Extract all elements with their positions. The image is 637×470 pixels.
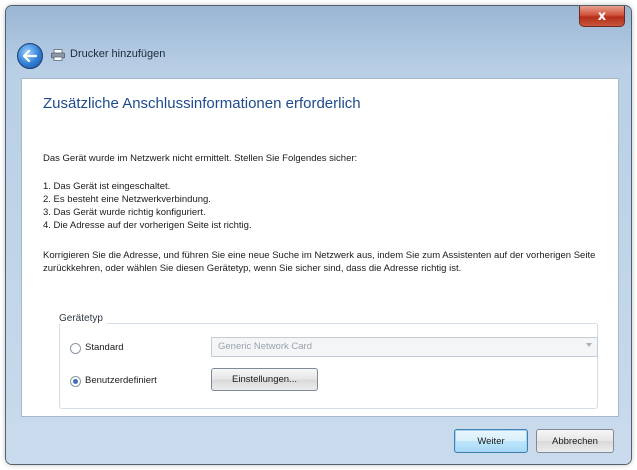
cancel-button[interactable]: Abbrechen	[536, 429, 614, 453]
back-arrow-icon	[23, 50, 37, 62]
device-type-legend: Gerätetyp	[55, 313, 107, 324]
content-panel: Zusätzliche Anschlussinformationen erfor…	[21, 78, 619, 417]
settings-button[interactable]: Einstellungen...	[211, 368, 318, 391]
back-button[interactable]	[17, 43, 43, 69]
list-item: 3. Das Gerät wurde richtig konfiguriert.	[43, 207, 206, 218]
device-type-group	[59, 323, 598, 409]
instruction-paragraph: Korrigieren Sie die Adresse, und führen …	[43, 250, 596, 274]
standard-device-select: Generic Network Card	[211, 337, 598, 357]
page-title: Zusätzliche Anschlussinformationen erfor…	[43, 95, 361, 112]
standard-device-select-value: Generic Network Card	[218, 341, 312, 352]
close-icon: x	[597, 8, 607, 24]
list-item: 4. Die Adresse auf der vorherigen Seite …	[43, 220, 252, 231]
chevron-down-icon	[586, 343, 592, 347]
add-printer-window: x Drucker hinzufügen Zusätzliche Anschlu…	[6, 6, 631, 464]
intro-text: Das Gerät wurde im Netzwerk nicht ermitt…	[43, 153, 358, 164]
printer-icon	[51, 49, 65, 61]
list-item: 2. Es besteht eine Netzwerkverbindung.	[43, 194, 211, 205]
radio-custom-label[interactable]: Benutzerdefiniert	[85, 375, 157, 386]
checklist: 1. Das Gerät ist eingeschaltet. 2. Es be…	[43, 180, 252, 232]
list-item: 1. Das Gerät ist eingeschaltet.	[43, 181, 171, 192]
radio-custom[interactable]	[70, 376, 81, 387]
radio-standard-label[interactable]: Standard	[85, 342, 124, 353]
window-title: Drucker hinzufügen	[70, 48, 166, 60]
radio-standard[interactable]	[70, 343, 81, 354]
next-button[interactable]: Weiter	[454, 429, 528, 453]
close-button[interactable]: x	[579, 6, 625, 27]
